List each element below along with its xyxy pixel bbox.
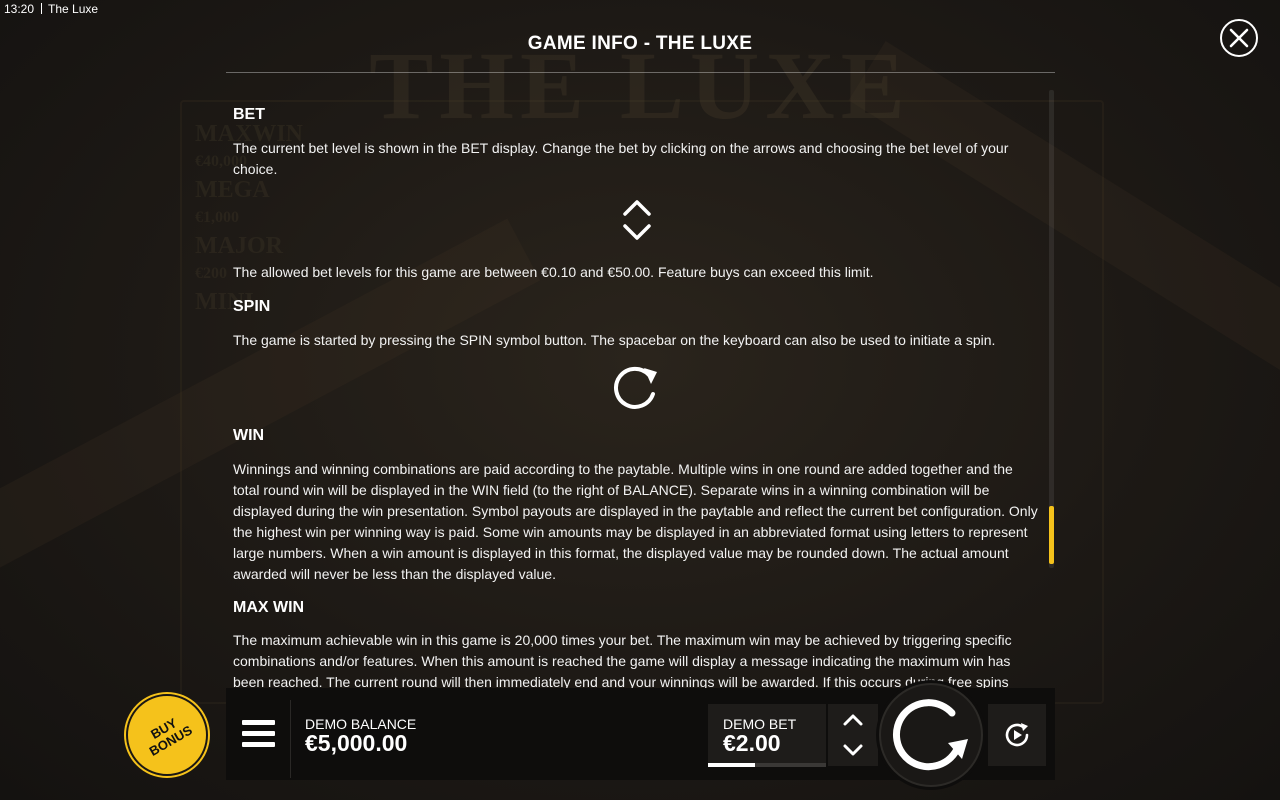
section-heading-bet: BET: [233, 106, 265, 123]
balance-value: €5,000.00: [305, 730, 408, 756]
buy-bonus-button[interactable]: BUY BONUS: [126, 694, 208, 776]
bet-level-fill: [708, 763, 756, 767]
scrollbar-track[interactable]: [1049, 90, 1054, 568]
hamburger-menu-icon: [242, 720, 275, 747]
bet-limits-text: The allowed bet levels for this game are…: [233, 264, 874, 280]
status-time: 13:20: [4, 2, 35, 16]
close-icon: [1229, 28, 1249, 48]
bet-description: The current bet level is shown in the BE…: [233, 140, 1009, 177]
chevron-up-down-icon: [623, 200, 651, 240]
bet-level-bar: [708, 763, 826, 767]
bet-decrease-button[interactable]: [842, 743, 864, 757]
bet-adjust-buttons: [828, 704, 878, 766]
game-info-content[interactable]: BET The current bet level is shown in th…: [233, 100, 1043, 690]
menu-button[interactable]: [242, 720, 275, 750]
spin-button[interactable]: [876, 680, 986, 790]
status-bar: 13:20 The Luxe: [4, 2, 98, 16]
scrollbar-thumb[interactable]: [1049, 506, 1054, 564]
spin-icon: [614, 366, 657, 409]
win-description: Winnings and winning combinations are pa…: [233, 461, 1038, 582]
bet-value: €2.00: [723, 730, 781, 756]
autoplay-icon: [1005, 723, 1029, 747]
autoplay-button[interactable]: [988, 704, 1046, 766]
title-divider: [226, 72, 1055, 73]
app-title: The Luxe: [48, 2, 99, 16]
section-heading-spin: SPIN: [233, 298, 271, 315]
spin-icon: [893, 699, 968, 771]
page-title: GAME INFO - THE LUXE: [527, 33, 753, 54]
spin-description: The game is started by pressing the SPIN…: [233, 332, 996, 348]
section-heading-win: WIN: [233, 427, 265, 444]
bet-increase-button[interactable]: [842, 713, 864, 727]
close-button[interactable]: [1220, 19, 1258, 57]
control-divider: [290, 700, 291, 778]
section-heading-max-win: MAX WIN: [233, 599, 305, 616]
